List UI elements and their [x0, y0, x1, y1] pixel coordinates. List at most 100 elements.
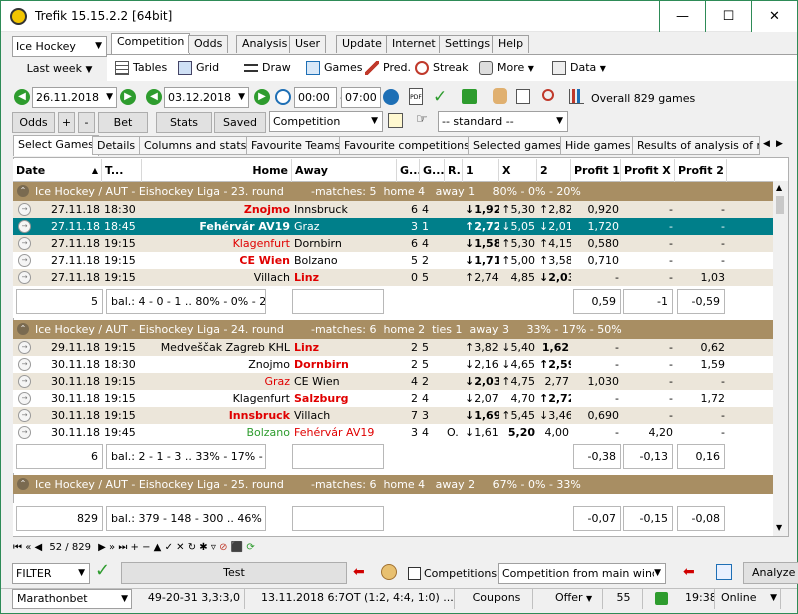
arrow-left-icon-2[interactable]: ⬅ — [683, 564, 695, 580]
collapse-icon[interactable]: ⌃ — [17, 323, 29, 335]
tab-competition[interactable]: Competition — [111, 33, 191, 55]
date-to-input[interactable]: 03.12.2018 ▼ — [164, 87, 249, 108]
col-goals-away[interactable]: G... — [420, 159, 445, 182]
tables-tool[interactable]: Tables — [115, 59, 167, 77]
collapse-icon[interactable]: ⌃ — [17, 478, 29, 490]
table-row[interactable]: → 30.11.18 19:15 Klagenfurt Salzburg 2 4 ↓2,07 4… — [13, 390, 773, 407]
table-row[interactable]: → 27.11.18 18:45 Fehérvár AV19 Graz 3 1 ↑2,72 ↓5… — [13, 218, 773, 235]
competition-select[interactable]: Competition ▼ — [269, 111, 383, 132]
arrow-left-icon[interactable]: ⬅ — [353, 564, 365, 580]
prev-page-icon[interactable]: « — [25, 542, 31, 553]
first-record-icon[interactable]: ⏮ — [13, 542, 22, 553]
tab-favourite-competitions[interactable]: Favourite competitions — [339, 136, 475, 155]
tab-analysis[interactable]: Analysis — [236, 35, 294, 53]
tab-hide-games[interactable]: Hide games — [560, 136, 636, 155]
period-select[interactable]: Last week ▼ — [12, 59, 107, 79]
group-header[interactable]: ⌃ Ice Hockey / AUT - Eishockey Liga - 24.… — [13, 320, 773, 339]
collapse-icon[interactable]: ⌃ — [17, 185, 29, 197]
offer-select[interactable]: Offer ▼ — [537, 589, 603, 609]
tab-scroll-left-icon[interactable]: ◀ — [763, 139, 770, 149]
online-select[interactable]: Online ▼ — [717, 589, 781, 609]
minimize-button[interactable]: — — [659, 1, 705, 32]
group-header[interactable]: ⌃ Ice Hockey / AUT - Eishockey Liga - 23.… — [13, 182, 773, 201]
tab-odds[interactable]: Odds — [188, 35, 229, 53]
pred-tool[interactable]: Pred. — [365, 59, 411, 77]
col-odds-2[interactable]: 2 — [537, 159, 571, 182]
next-date-button[interactable]: ▶ — [120, 89, 136, 105]
pdf-icon[interactable]: PDF — [409, 88, 423, 105]
refresh-icon[interactable] — [383, 89, 399, 105]
col-odds-x[interactable]: X — [499, 159, 537, 182]
stop-icon[interactable]: ⊘ — [219, 542, 227, 553]
col-odds-1[interactable]: 1 — [463, 159, 499, 182]
hand-icon[interactable] — [493, 88, 507, 104]
clock-icon[interactable] — [275, 89, 291, 105]
analyze-button[interactable]: Analyze — [743, 562, 798, 584]
row-select-icon[interactable]: → — [18, 358, 31, 371]
next-record-icon[interactable]: ▶ — [98, 542, 106, 553]
next-to-date-button[interactable]: ▶ — [254, 89, 270, 105]
tab-selected-games[interactable]: Selected games — [468, 136, 567, 155]
check-icon[interactable]: ✓ — [433, 87, 447, 107]
last-record-icon[interactable]: ⏭ — [118, 542, 127, 553]
time-from-input[interactable]: 00:00 — [294, 87, 337, 108]
checklist-icon[interactable] — [516, 89, 530, 104]
row-select-icon[interactable]: → — [18, 237, 31, 250]
prev-record-icon[interactable]: ◀ — [35, 542, 43, 553]
scroll-up-icon[interactable]: ▲ — [776, 183, 782, 192]
table-row[interactable]: → 30.11.18 18:30 Znojmo Dornbirn 2 5 ↓2,16 ↓4,65… — [13, 356, 773, 373]
scroll-down-icon[interactable]: ▼ — [776, 523, 782, 532]
edit-record-icon[interactable]: ▲ — [154, 542, 162, 553]
bar-chart-icon[interactable] — [569, 89, 584, 104]
tab-update[interactable]: Update — [336, 35, 388, 53]
tab-details[interactable]: Details — [92, 136, 141, 155]
col-profit-x[interactable]: Profit X — [621, 159, 675, 182]
magnifier-icon[interactable] — [542, 89, 554, 101]
col-result[interactable]: R. — [445, 159, 463, 182]
saved-button[interactable]: Saved — [214, 112, 266, 133]
filter-check-icon[interactable]: ✓ — [95, 560, 110, 581]
tab-help[interactable]: Help — [492, 35, 530, 53]
streak-tool[interactable]: Streak — [415, 59, 468, 77]
row-select-icon[interactable]: → — [18, 271, 31, 284]
crosshair-icon[interactable] — [716, 564, 732, 580]
close-button[interactable]: ✕ — [751, 1, 797, 32]
table-row[interactable]: → 27.11.18 19:15 CE Wien Bolzano 5 2 ↓1,71 ↑5,00… — [13, 252, 773, 269]
tab-columns-stats[interactable]: Columns and stats — [139, 136, 252, 155]
row-select-icon[interactable]: → — [18, 220, 31, 233]
table-row[interactable]: → 27.11.18 19:15 Klagenfurt Dornbirn 6 4 ↓1,58 ↑… — [13, 235, 773, 252]
odds-button[interactable]: Odds — [12, 112, 55, 133]
col-profit-1[interactable]: Profit 1 — [571, 159, 621, 182]
row-select-icon[interactable]: → — [18, 375, 31, 388]
table-row[interactable]: → 30.11.18 19:15 Graz CE Wien 4 2 ↓2,03 ↑4,75 2,7… — [13, 373, 773, 390]
minus-button[interactable]: - — [78, 112, 95, 133]
maximize-button[interactable]: ☐ — [705, 1, 751, 32]
time-to-input[interactable]: 07:00 — [341, 87, 381, 108]
tab-scroll-right-icon[interactable]: ▶ — [776, 139, 783, 149]
tab-settings[interactable]: Settings — [439, 35, 497, 53]
post-record-icon[interactable]: ✓ — [165, 542, 173, 553]
more-tool[interactable]: More ▼ — [479, 59, 534, 77]
row-select-icon[interactable]: → — [18, 203, 31, 216]
row-select-icon[interactable]: → — [18, 409, 31, 422]
prev-date-button[interactable]: ◀ — [14, 89, 30, 105]
col-away[interactable]: Away — [292, 159, 397, 182]
tab-results-analysis[interactable]: Results of analysis of m — [632, 136, 760, 155]
plus-button[interactable]: + — [58, 112, 75, 133]
col-home[interactable]: Home — [142, 159, 292, 182]
sport-select[interactable]: Ice Hockey ▼ — [12, 36, 107, 57]
delete-record-icon[interactable]: − — [142, 542, 150, 553]
row-select-icon[interactable]: → — [18, 426, 31, 439]
col-date[interactable]: Date ▲ — [13, 159, 102, 182]
col-time[interactable]: T... — [102, 159, 142, 182]
table-row[interactable]: → 27.11.18 19:15 Villach Linz 0 5 ↑2,74 4,85 ↓2,0… — [13, 269, 773, 286]
table-row[interactable]: → 30.11.18 19:15 Innsbruck Villach 7 3 ↓1,69 ↑5,… — [13, 407, 773, 424]
user-icon[interactable] — [381, 564, 397, 580]
date-from-input[interactable]: 26.11.2018 ▼ — [32, 87, 117, 108]
table-row[interactable]: → 27.11.18 18:30 Znojmo Innsbruck 6 4 ↓1,92 ↑5,3… — [13, 201, 773, 218]
filter-select[interactable]: FILTER ▼ — [12, 563, 90, 584]
add-record-icon[interactable]: + — [131, 542, 139, 553]
cancel-record-icon[interactable]: ✕ — [176, 542, 184, 553]
excel-icon[interactable] — [462, 89, 477, 104]
bookmark-icon[interactable]: ✱ — [199, 542, 207, 553]
